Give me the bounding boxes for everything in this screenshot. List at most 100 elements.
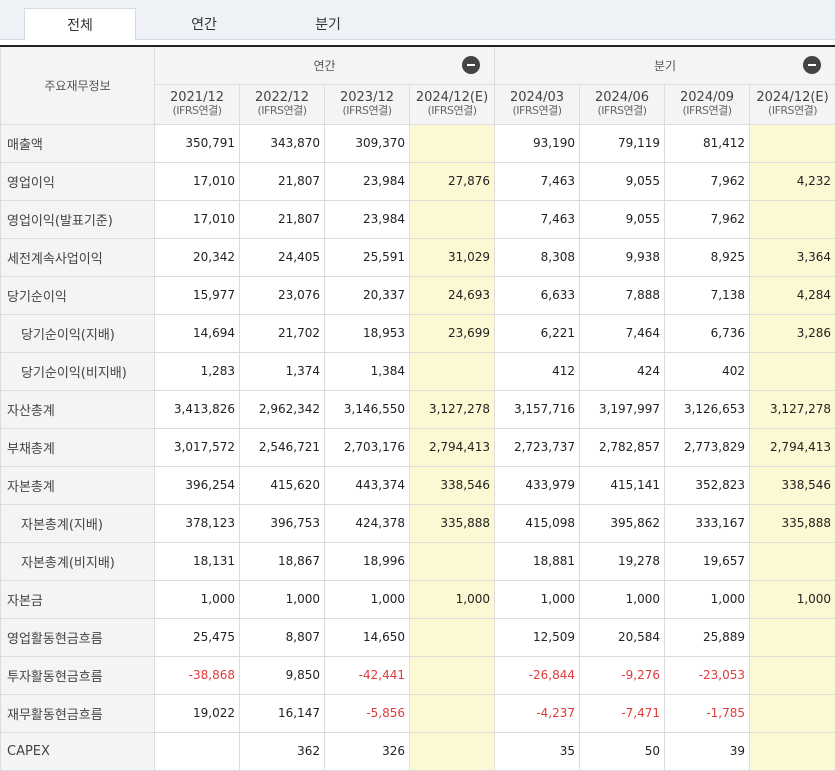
period-basis: (IFRS연결) — [580, 105, 664, 117]
table-cell: 2,546,721 — [240, 428, 325, 466]
table-row: 투자활동현금흐름-38,8689,850-42,441-26,844-9,276… — [1, 656, 835, 694]
table-cell: 352,823 — [665, 466, 750, 504]
table-cell: 81,412 — [665, 124, 750, 162]
table-cell: 2,794,413 — [410, 428, 495, 466]
period-date: 2024/12(E) — [750, 91, 835, 105]
table-cell — [410, 124, 495, 162]
table-cell: 7,962 — [665, 200, 750, 238]
row-label[interactable]: 당기순이익(비지배) — [1, 352, 155, 390]
period-basis: (IFRS연결) — [750, 105, 835, 117]
table-cell: 378,123 — [155, 504, 240, 542]
annual-collapse-minus-circle-icon[interactable] — [462, 56, 480, 74]
period-date: 2024/09 — [665, 91, 749, 105]
table-cell: 19,657 — [665, 542, 750, 580]
table-cell — [410, 656, 495, 694]
tab-annual[interactable]: 연간 — [148, 8, 260, 40]
table-cell: 424,378 — [325, 504, 410, 542]
row-label[interactable]: 자본총계 — [1, 466, 155, 504]
table-cell: 395,862 — [580, 504, 665, 542]
annual-group-label: 연간 — [313, 59, 335, 73]
table-cell: 433,979 — [495, 466, 580, 504]
quarter-group-label: 분기 — [654, 59, 676, 73]
table-cell: 335,888 — [410, 504, 495, 542]
row-label[interactable]: 세전계속사업이익 — [1, 238, 155, 276]
period-date: 2024/12(E) — [410, 91, 494, 105]
table-cell: 16,147 — [240, 694, 325, 732]
table-cell: 8,925 — [665, 238, 750, 276]
table-cell: 3,127,278 — [750, 390, 835, 428]
table-cell: 21,807 — [240, 200, 325, 238]
table-cell: -5,856 — [325, 694, 410, 732]
period-date: 2024/06 — [580, 91, 664, 105]
row-label[interactable]: 자본금 — [1, 580, 155, 618]
table-cell: 7,464 — [580, 314, 665, 352]
table-cell: 15,977 — [155, 276, 240, 314]
table-cell — [410, 200, 495, 238]
row-label[interactable]: 재무활동현금흐름 — [1, 694, 155, 732]
table-cell — [750, 694, 835, 732]
table-cell: 350,791 — [155, 124, 240, 162]
table-cell: -42,441 — [325, 656, 410, 694]
period-date: 2022/12 — [240, 91, 324, 105]
table-cell: 18,867 — [240, 542, 325, 580]
tab-quarterly[interactable]: 분기 — [272, 8, 384, 40]
table-cell: 19,278 — [580, 542, 665, 580]
table-cell: 79,119 — [580, 124, 665, 162]
table-cell: 326 — [325, 732, 410, 770]
table-cell: -9,276 — [580, 656, 665, 694]
table-cell — [410, 352, 495, 390]
table-row: 자산총계3,413,8262,962,3423,146,5503,127,278… — [1, 390, 835, 428]
row-label[interactable]: 영업활동현금흐름 — [1, 618, 155, 656]
table-cell — [750, 618, 835, 656]
row-label[interactable]: 영업이익(발표기준) — [1, 200, 155, 238]
row-label[interactable]: 부채총계 — [1, 428, 155, 466]
row-label[interactable]: 영업이익 — [1, 162, 155, 200]
row-label[interactable]: 당기순이익 — [1, 276, 155, 314]
table-cell: 3,364 — [750, 238, 835, 276]
period-basis: (IFRS연결) — [665, 105, 749, 117]
table-cell: 9,850 — [240, 656, 325, 694]
row-label[interactable]: 자본총계(비지배) — [1, 542, 155, 580]
row-label[interactable]: 투자활동현금흐름 — [1, 656, 155, 694]
table-cell: 2,773,829 — [665, 428, 750, 466]
table-cell: 1,000 — [240, 580, 325, 618]
table-cell: 21,807 — [240, 162, 325, 200]
tab-bar: 전체 연간 분기 — [0, 0, 835, 40]
period-header: 2021/12(IFRS연결) — [155, 84, 240, 124]
row-label[interactable]: 매출액 — [1, 124, 155, 162]
table-cell: 39 — [665, 732, 750, 770]
table-cell: 25,591 — [325, 238, 410, 276]
table-row: 자본금1,0001,0001,0001,0001,0001,0001,0001,… — [1, 580, 835, 618]
table-cell: 1,384 — [325, 352, 410, 390]
table-cell: 2,703,176 — [325, 428, 410, 466]
table-cell: 20,337 — [325, 276, 410, 314]
row-label[interactable]: 자산총계 — [1, 390, 155, 428]
table-cell: 93,190 — [495, 124, 580, 162]
table-cell: 1,000 — [750, 580, 835, 618]
table-cell: 19,022 — [155, 694, 240, 732]
table-cell: 25,475 — [155, 618, 240, 656]
table-cell: 17,010 — [155, 200, 240, 238]
table-cell: 20,584 — [580, 618, 665, 656]
table-cell: 3,197,997 — [580, 390, 665, 428]
period-basis: (IFRS연결) — [495, 105, 579, 117]
table-cell — [750, 656, 835, 694]
quarter-collapse-minus-circle-icon[interactable] — [803, 56, 821, 74]
table-cell — [410, 694, 495, 732]
row-label[interactable]: 당기순이익(지배) — [1, 314, 155, 352]
table-cell: 396,753 — [240, 504, 325, 542]
table-row: 당기순이익15,97723,07620,33724,6936,6337,8887… — [1, 276, 835, 314]
period-header: 2024/03(IFRS연결) — [495, 84, 580, 124]
row-label[interactable]: 자본총계(지배) — [1, 504, 155, 542]
table-cell: -7,471 — [580, 694, 665, 732]
table-cell: -38,868 — [155, 656, 240, 694]
table-cell: 50 — [580, 732, 665, 770]
period-date: 2024/03 — [495, 91, 579, 105]
table-cell: 309,370 — [325, 124, 410, 162]
tab-all[interactable]: 전체 — [24, 8, 136, 41]
table-row: CAPEX362326355039 — [1, 732, 835, 770]
row-label[interactable]: CAPEX — [1, 732, 155, 770]
table-row: 부채총계3,017,5722,546,7212,703,1762,794,413… — [1, 428, 835, 466]
table-cell: 1,374 — [240, 352, 325, 390]
table-cell: 1,000 — [665, 580, 750, 618]
